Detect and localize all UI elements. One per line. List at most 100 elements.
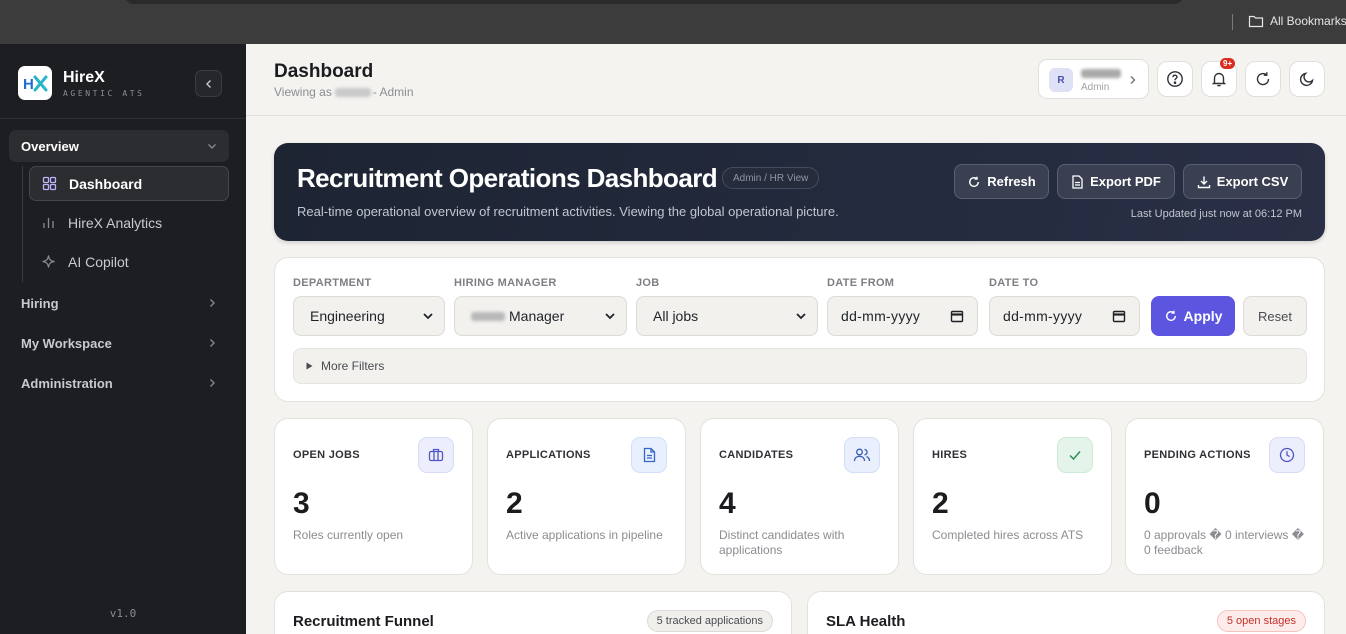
chevron-right-icon [1130,76,1136,84]
hirex-logo-icon: H [23,75,48,93]
stat-value: 2 [932,487,949,520]
hirex-logo[interactable]: H [18,66,52,100]
date-from-label: DATE FROM [827,277,895,289]
stat-value: 2 [506,487,523,520]
download-icon [1197,176,1210,188]
all-bookmarks-button[interactable]: All Bookmarks [1248,14,1346,28]
view-tag-badge: Admin / HR View [722,167,820,189]
last-updated-text: Last Updated just now at 06:12 PM [1130,208,1302,220]
job-select[interactable]: All jobs [636,296,818,336]
stat-description: 0 approvals � 0 interviews � 0 feedback [1144,528,1305,557]
department-filter-label: DEPARTMENT [293,277,372,289]
export-pdf-button[interactable]: Export PDF [1057,164,1175,199]
export-csv-button[interactable]: Export CSV [1183,164,1302,199]
tracked-applications-badge: 5 tracked applications [646,610,773,632]
open-stages-badge: 5 open stages [1216,610,1306,632]
hiring-manager-select-value: Manager [509,308,565,324]
sidebar-group-administration[interactable]: Administration [9,368,229,398]
help-button[interactable] [1157,61,1193,97]
apply-filters-button[interactable]: Apply [1151,296,1235,336]
viewing-prefix: Viewing as [274,85,332,99]
recruitment-funnel-panel: Recruitment Funnel 5 tracked application… [274,591,792,634]
viewing-as-text: Viewing as - Admin [274,85,414,99]
refresh-icon [969,176,980,187]
refresh-icon [1165,310,1176,321]
stat-card-pending-actions[interactable]: PENDING ACTIONS 0 0 approvals � 0 interv… [1125,418,1324,575]
sidebar-group-hiring[interactable]: Hiring [9,288,229,318]
chevron-down-icon [208,144,216,149]
notifications-badge: 9+ [1220,58,1236,69]
svg-text:H: H [23,76,34,93]
stat-card-applications[interactable]: APPLICATIONS 2 Active applications in pi… [487,418,686,575]
calendar-icon[interactable] [950,309,964,323]
stat-value: 4 [719,487,736,520]
brand-name: HireX [63,69,105,86]
date-to-input[interactable]: dd-mm-yyyy [989,296,1140,336]
stat-value: 0 [1144,487,1161,520]
viewing-suffix: - Admin [372,85,414,99]
sidebar-group-my-workspace[interactable]: My Workspace [9,328,229,358]
user-menu-button[interactable]: R Admin [1038,59,1149,99]
page-header: Dashboard Viewing as - Admin R Admin 9+ [246,44,1346,116]
hiring-manager-filter-label: HIRING MANAGER [454,277,557,289]
stat-label: PENDING ACTIONS [1144,449,1251,461]
stat-icon-box [844,437,880,473]
hero-description: Real-time operational overview of recrui… [297,204,839,219]
redacted-user-name [1081,69,1121,78]
bar-chart-icon [43,218,54,228]
chevron-left-icon [205,79,211,88]
stat-description: Active applications in pipeline [506,528,663,542]
calendar-icon[interactable] [1112,309,1126,323]
refresh-button[interactable]: Refresh [954,164,1049,199]
reload-button[interactable] [1245,61,1281,97]
bookmark-separator [1232,14,1233,30]
file-icon [1072,174,1083,189]
theme-toggle-button[interactable] [1289,61,1325,97]
chevron-down-icon [605,313,615,320]
notifications-button[interactable]: 9+ [1201,58,1237,97]
job-select-value: All jobs [653,308,699,324]
stat-card-open-jobs[interactable]: OPEN JOBS 3 Roles currently open [274,418,473,575]
moon-icon [1299,72,1314,87]
users-icon [853,448,871,462]
date-from-input[interactable]: dd-mm-yyyy [827,296,978,336]
panel-title: SLA Health [826,613,906,630]
refresh-button-label: Refresh [987,174,1036,189]
stat-description: Roles currently open [293,528,404,542]
sidebar-group-overview[interactable]: Overview [9,130,229,162]
chevron-right-icon [210,379,215,387]
browser-address-bar[interactable] [124,0,1184,4]
chevron-down-icon [796,313,806,320]
hiring-manager-select[interactable]: Manager [454,296,627,336]
browser-bookmark-bar: All Bookmarks [0,0,1346,44]
all-bookmarks-label: All Bookmarks [1270,14,1346,28]
brand-tagline: AGENTIC ATS [63,89,145,98]
stat-value: 3 [293,487,310,520]
stat-card-hires[interactable]: HIRES 2 Completed hires across ATS [913,418,1112,575]
collapse-sidebar-button[interactable] [195,70,222,97]
avatar: R [1049,68,1073,92]
stat-label: HIRES [932,449,968,461]
sidebar-item-ai-copilot[interactable]: AI Copilot [29,244,229,279]
reset-filters-button[interactable]: Reset [1243,296,1307,336]
sidebar-item-dashboard[interactable]: Dashboard [29,166,229,201]
chevron-right-icon [210,299,215,307]
more-filters-toggle[interactable]: More Filters [293,348,1307,384]
date-to-value: dd-mm-yyyy [1003,308,1083,324]
apply-button-label: Apply [1183,308,1223,324]
app-version: v1.0 [109,607,137,620]
sidebar-subnav-line [22,166,23,282]
date-from-value: dd-mm-yyyy [841,308,921,324]
stat-description: Completed hires across ATS [932,528,1084,542]
stat-description: Distinct candidates with applications [719,528,845,557]
clock-icon [1279,447,1295,463]
sidebar-item-hirex-analytics[interactable]: HireX Analytics [29,205,229,240]
department-select-value: Engineering [310,308,385,324]
stat-icon-box [631,437,667,473]
redacted-manager-name [471,311,505,321]
stat-icon-box [1269,437,1305,473]
sidebar-divider [0,118,246,119]
department-select[interactable]: Engineering [293,296,445,336]
document-icon [643,447,655,463]
stat-card-candidates[interactable]: CANDIDATES 4 Distinct candidates with ap… [700,418,899,575]
